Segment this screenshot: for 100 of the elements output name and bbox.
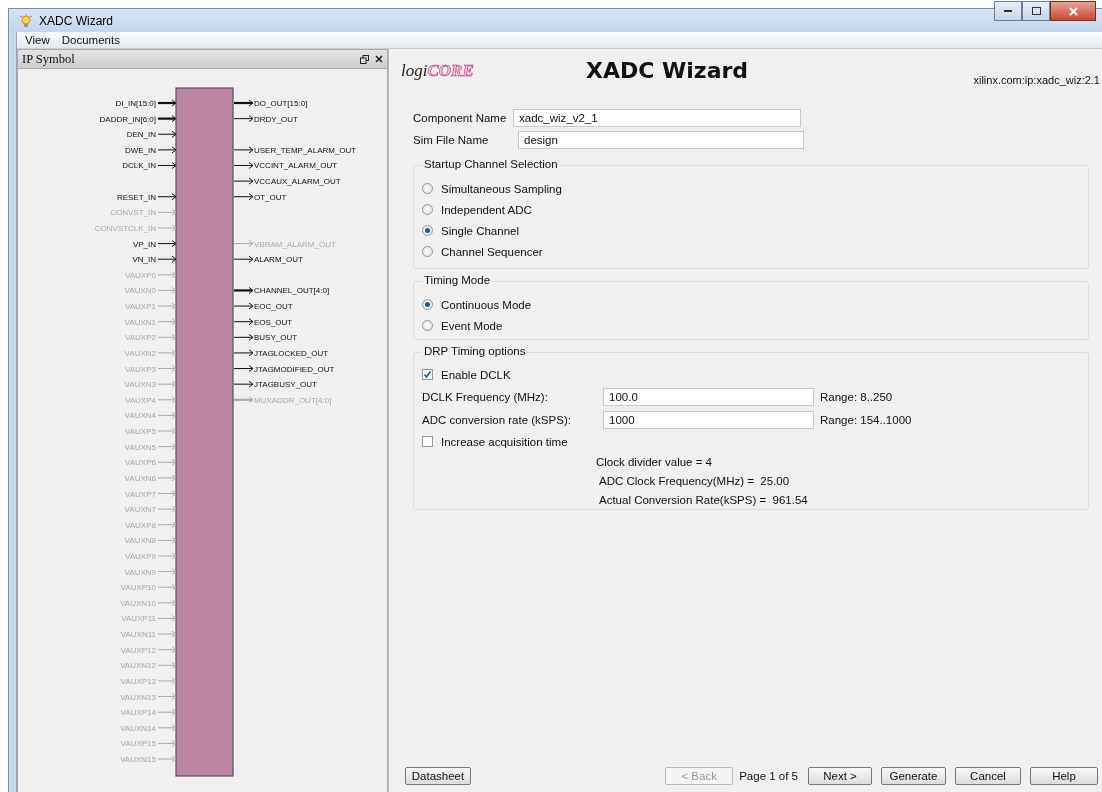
datasheet-button[interactable]: Datasheet (405, 767, 471, 785)
group-title: Timing Mode (422, 274, 493, 286)
pin-label: VAUXN9 (124, 567, 156, 577)
pin-label: VAUXP13 (120, 676, 156, 686)
wizard-button[interactable]: Help (1030, 767, 1098, 785)
range-label: Range: 8..250 (820, 390, 893, 403)
pin-label: VBRAM_ALARM_OUT (254, 239, 336, 249)
pin-label: DADDR_IN[6:0] (99, 114, 156, 124)
close-icon[interactable] (375, 55, 383, 63)
radio-label: Independent ADC (441, 203, 532, 216)
pin-label: VAUXN4 (124, 411, 156, 421)
pin-label: CHANNEL_OUT[4:0] (254, 286, 330, 296)
wizard-button[interactable]: Next > (808, 767, 872, 785)
radio-label: Simultaneous Sampling (441, 182, 562, 195)
pin-label: DO_OUT[15:0] (254, 99, 308, 108)
radio-button[interactable] (422, 225, 433, 236)
pin-label: JTAGBUSY_OUT (254, 380, 317, 390)
logo: logiCORE (401, 61, 474, 81)
pin-label: VAUXN8 (124, 536, 156, 546)
maximize-button[interactable] (1022, 1, 1050, 21)
panel-title: IP Symbol (22, 51, 76, 67)
close-button[interactable] (1050, 1, 1096, 21)
pin-label: DCLK_IN (122, 161, 156, 171)
version-label: xilinx.com:ip:xadc_wiz:2.1 (973, 74, 1100, 86)
pin-label: DI_IN[15:0] (115, 99, 156, 108)
pin-label: VAUXP7 (125, 489, 156, 499)
input-field[interactable]: xadc_wiz_v2_1 (513, 109, 801, 127)
pin-label: ALARM_OUT (254, 255, 303, 265)
field-label: DCLK Frequency (MHz): (422, 390, 549, 403)
pin-label: VAUXN1 (124, 317, 156, 327)
pin-label: VAUXN10 (120, 598, 156, 608)
radio-label: Single Channel (441, 224, 519, 237)
pin-label: VAUXP10 (120, 583, 156, 593)
restore-icon[interactable] (360, 54, 369, 64)
pin-label: VAUXP6 (125, 458, 156, 468)
checkbox[interactable] (422, 436, 433, 447)
pin-label: VAUXP3 (125, 364, 156, 374)
pin-label: VAUXP4 (125, 395, 156, 405)
result-text: Clock divider value = 4 (596, 455, 713, 468)
menu-item[interactable]: Documents (61, 34, 120, 46)
group-title: DRP Timing options (422, 345, 528, 357)
pin-label: EOS_OUT (254, 317, 293, 327)
pin-label: CONVST_IN (110, 208, 156, 218)
pin-label: VAUXN7 (124, 505, 156, 515)
radio-button[interactable] (422, 183, 433, 194)
pin-label: VAUXN0 (124, 286, 156, 296)
pin-label: DRDY_OUT (254, 114, 298, 124)
checkbox-label: Enable DCLK (441, 368, 511, 381)
pin-label: VAUXN5 (124, 442, 156, 452)
field-label: Sim File Name (413, 134, 490, 146)
radio-label: Event Mode (441, 319, 503, 332)
minimize-icon (1004, 9, 1012, 13)
pin-label: VAUXP2 (125, 333, 156, 343)
pin-label: VAUXP8 (125, 520, 156, 530)
radio-button[interactable] (422, 299, 433, 310)
pin-label: VAUXN15 (120, 755, 156, 765)
radio-label: Channel Sequencer (441, 245, 543, 258)
pin-label: VAUXN13 (120, 692, 156, 702)
close-icon (1068, 6, 1078, 16)
group-title: Startup Channel Selection (422, 158, 560, 170)
input-field[interactable]: 1000 (603, 410, 814, 429)
minimize-button[interactable] (994, 1, 1022, 21)
pin-label: OT_OUT (254, 192, 287, 202)
wizard-button[interactable]: Generate (881, 767, 946, 785)
result-text: Actual Conversion Rate(kSPS) = 961.54 (599, 493, 808, 506)
radio-button[interactable] (422, 246, 433, 257)
checkbox[interactable] (422, 369, 433, 380)
field-label: Component Name (413, 112, 508, 124)
pin-label: VAUXN11 (120, 630, 156, 640)
input-field[interactable]: 100.0 (603, 387, 814, 406)
pin-label: DWE_IN (124, 145, 156, 155)
pin-label: CONVSTCLK_IN (94, 223, 156, 233)
pin-label: VAUXP14 (120, 708, 156, 718)
wizard-button[interactable]: Cancel (955, 767, 1021, 785)
pin-label: VAUXN2 (124, 348, 156, 358)
pin-label: VAUXP12 (120, 645, 156, 655)
pin-label: MUXADDR_OUT[4:0] (254, 395, 332, 405)
field-label: ADC conversion rate (kSPS): (422, 413, 572, 426)
result-text: ADC Clock Frequency(MHz) = 25.00 (599, 474, 790, 487)
menu-item[interactable]: View (25, 34, 50, 46)
input-field[interactable]: design (518, 131, 804, 149)
wizard-title: XADC Wizard (586, 58, 749, 83)
pin-label: VP_IN (132, 239, 156, 249)
radio-button[interactable] (422, 320, 433, 331)
pin-label: VAUXN14 (120, 723, 156, 733)
pin-label: VAUXN6 (124, 473, 156, 483)
window-title: XADC Wizard (39, 13, 113, 28)
range-label: Range: 154..1000 (820, 413, 912, 426)
pin-label: VAUXN3 (124, 380, 156, 390)
pin-label: DEN_IN (126, 130, 156, 140)
maximize-icon (1031, 7, 1041, 15)
radio-button[interactable] (422, 204, 433, 215)
pin-label: RESET_IN (116, 192, 156, 202)
pin-label: JTAGLOCKED_OUT (254, 348, 329, 358)
pin-label: VCCINT_ALARM_OUT (254, 161, 338, 171)
radio-label: Continuous Mode (441, 298, 532, 311)
pin-label: VAUXP15 (120, 739, 156, 749)
page-indicator: Page 1 of 5 (739, 770, 798, 782)
pin-label: BUSY_OUT (254, 333, 298, 343)
pin-label: VN_IN (132, 255, 156, 265)
